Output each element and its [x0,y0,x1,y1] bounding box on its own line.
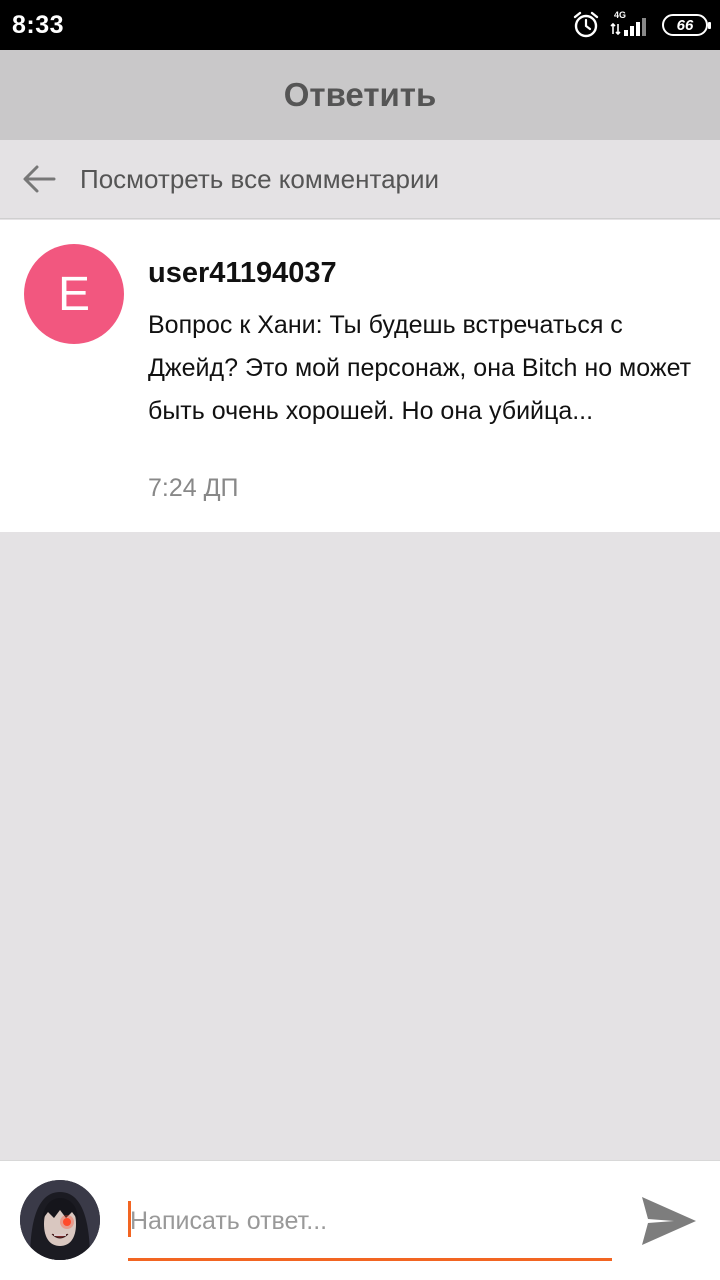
reply-input[interactable] [128,1199,612,1243]
comment-author-avatar[interactable]: E [24,244,124,344]
status-time: 8:33 [12,11,65,39]
alarm-icon [572,11,600,39]
view-all-comments-label[interactable]: Посмотреть все комментарии [80,164,439,195]
view-all-comments-link[interactable]: Посмотреть все комментарии [0,140,720,219]
current-user-avatar[interactable] [20,1180,100,1260]
page-title: Ответить [283,76,437,113]
comment-author-name[interactable]: user41194037 [148,257,337,290]
comment-text: Вопрос к Хани: Ты будешь встречаться с Д… [148,311,692,425]
battery-icon: 66 [662,14,711,36]
status-icons: 4G 66 [572,10,711,40]
signal-icon: 4G [610,10,652,40]
comment-card: E user41194037 Вопрос к Хани: Ты будешь … [0,220,720,532]
back-arrow-icon[interactable] [22,164,56,194]
reply-bar [0,1160,720,1280]
text-cursor [128,1201,131,1237]
comment-timestamp: 7:24 ДП [148,474,239,502]
send-icon [642,1197,696,1245]
status-bar: 8:33 4G 66 [0,0,720,50]
header-bar: Ответить [0,50,720,140]
send-button[interactable] [640,1193,698,1249]
reply-input-underline [128,1258,612,1261]
